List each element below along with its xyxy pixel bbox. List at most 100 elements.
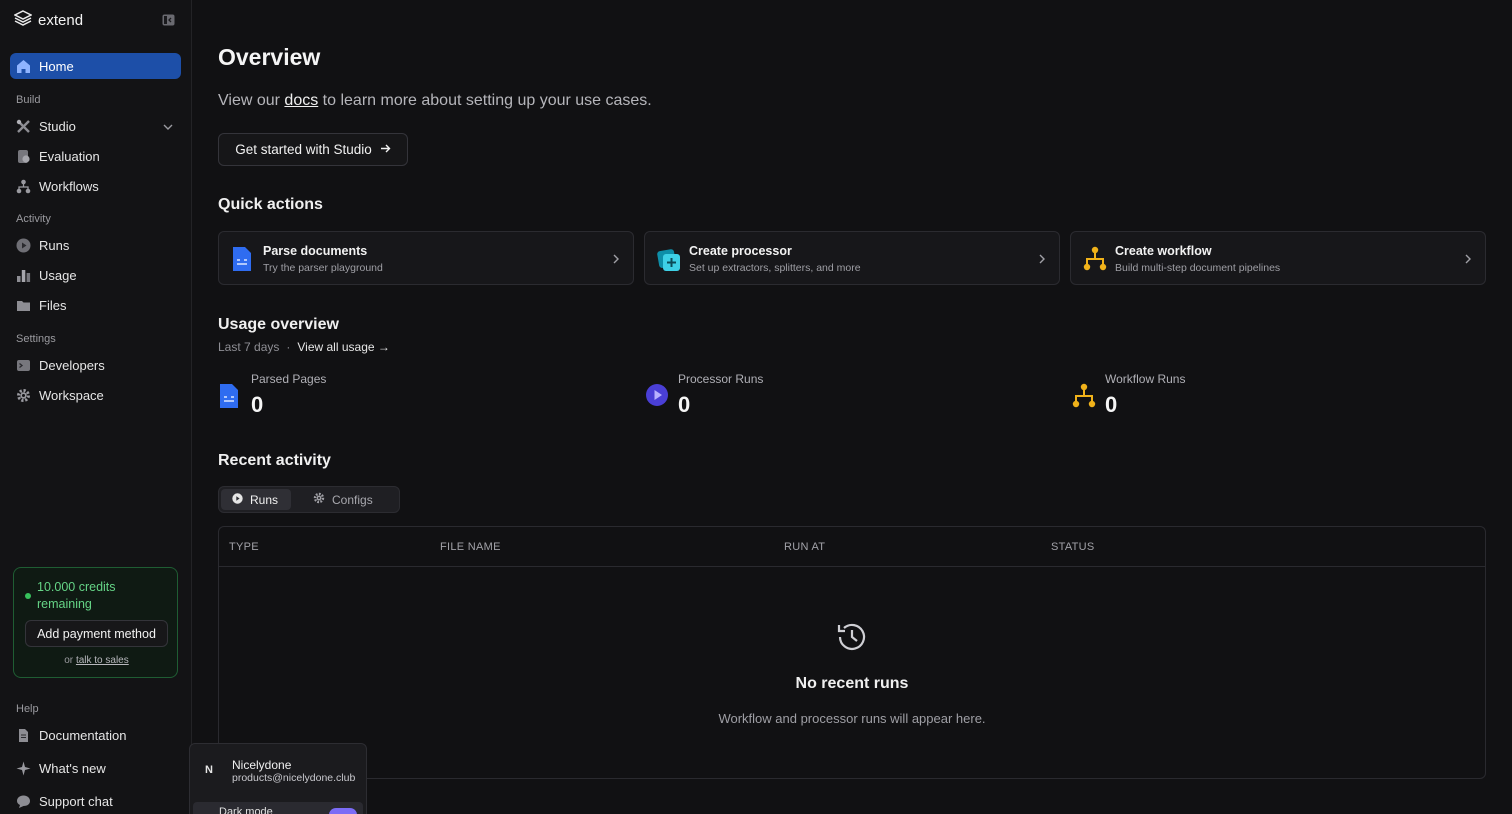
history-icon	[835, 620, 869, 654]
document-icon	[218, 383, 242, 409]
sidebar-item-home[interactable]: Home	[10, 53, 181, 79]
card-title: Create workflow	[1115, 244, 1212, 258]
sidebar-item-documentation[interactable]: Documentation	[10, 722, 181, 748]
sidebar-item-developers[interactable]: Developers	[10, 352, 181, 378]
table-header: TYPE FILE NAME RUN AT STATUS	[219, 527, 1485, 567]
sales-or: or	[64, 655, 74, 666]
tab-configs[interactable]: Configs	[313, 489, 373, 510]
gear-icon	[313, 492, 325, 507]
user-menu-popover: N Nicelydone products@nicelydone.club Da…	[189, 743, 367, 814]
sparkle-icon	[15, 760, 31, 776]
workflow-icon	[1083, 246, 1107, 272]
empty-state-description: Workflow and processor runs will appear …	[718, 711, 986, 726]
chevron-down-icon[interactable]	[163, 120, 173, 135]
sidebar-item-label: What's new	[39, 760, 106, 776]
extend-logo-icon	[13, 9, 33, 31]
workflow-icon	[1072, 383, 1096, 409]
arrow-right-icon	[380, 142, 391, 157]
terminal-icon	[15, 357, 31, 373]
document-icon	[231, 246, 253, 272]
studio-button-label: Get started with Studio	[235, 142, 372, 157]
dark-mode-label: Dark mode	[219, 806, 273, 814]
column-header-status[interactable]: STATUS	[1051, 541, 1095, 553]
gear-icon	[15, 387, 31, 403]
tools-icon	[15, 118, 31, 134]
add-payment-method-button[interactable]: Add payment method	[25, 620, 168, 647]
sidebar-item-studio[interactable]: Studio	[10, 113, 181, 139]
docs-link[interactable]: docs	[284, 92, 318, 109]
column-header-file-name[interactable]: FILE NAME	[440, 541, 501, 553]
brand-name: extend	[38, 11, 84, 29]
usage-period: Last 7 days	[218, 340, 280, 354]
play-icon	[15, 237, 31, 253]
sidebar-item-label: Evaluation	[39, 148, 100, 164]
sidebar-item-runs[interactable]: Runs	[10, 232, 181, 258]
column-header-type[interactable]: TYPE	[229, 541, 259, 553]
sidebar-item-label: Support chat	[39, 793, 113, 809]
create-workflow-card[interactable]: Create workflow Build multi-step documen…	[1070, 231, 1486, 285]
recent-activity-heading: Recent activity	[218, 452, 331, 469]
card-title: Create processor	[689, 244, 792, 258]
avatar: N	[205, 764, 213, 776]
workflow-icon	[15, 178, 31, 194]
subtitle-pre: View our	[218, 92, 280, 109]
processor-icon	[657, 246, 680, 272]
stat-label: Parsed Pages	[251, 372, 327, 386]
credits-card: 10.000 credits remaining Add payment met…	[13, 567, 178, 678]
play-icon	[645, 383, 669, 409]
page-subtitle: View our docs to learn more about settin…	[218, 92, 652, 110]
recent-activity-tabs: Runs Configs	[218, 486, 400, 513]
document-icon	[15, 727, 31, 743]
chevron-right-icon	[1037, 252, 1047, 270]
brand[interactable]: extend	[13, 9, 84, 31]
sidebar-item-label: Workflows	[39, 178, 99, 194]
sidebar-item-label: Workspace	[39, 387, 104, 403]
chat-icon	[15, 793, 31, 809]
sidebar-item-files[interactable]: Files	[10, 292, 181, 318]
tab-runs[interactable]: Runs	[221, 489, 291, 510]
sidebar-item-whats-new[interactable]: What's new	[10, 755, 181, 781]
section-label-build: Build	[16, 94, 41, 106]
sidebar-item-label: Files	[39, 297, 67, 313]
talk-to-sales-link[interactable]: talk to sales	[76, 655, 129, 666]
stat-label: Processor Runs	[678, 372, 764, 386]
dark-mode-row[interactable]: Dark mode	[193, 802, 363, 814]
dark-mode-toggle[interactable]	[329, 808, 357, 814]
card-description: Try the parser playground	[263, 262, 383, 274]
collapse-sidebar-icon[interactable]	[160, 12, 176, 28]
sidebar-item-support-chat[interactable]: Support chat	[10, 788, 181, 814]
sidebar-item-label: Documentation	[39, 727, 127, 743]
sidebar-item-usage[interactable]: Usage	[10, 262, 181, 288]
sidebar-item-label: Runs	[39, 237, 70, 253]
user-name: Nicelydone	[232, 758, 292, 772]
sidebar-item-label: Studio	[39, 118, 76, 134]
sidebar-item-workflows[interactable]: Workflows	[10, 173, 181, 199]
page-title: Overview	[218, 44, 321, 70]
app-root: extend Home Build Studio Evaluation Work…	[0, 0, 1512, 814]
create-processor-card[interactable]: Create processor Set up extractors, spli…	[644, 231, 1060, 285]
card-description: Build multi-step document pipelines	[1115, 262, 1281, 274]
chevron-right-icon	[1463, 252, 1473, 270]
main-content: Overview View our docs to learn more abo…	[192, 0, 1512, 814]
sidebar-item-label: Developers	[39, 357, 105, 373]
subtitle-post: to learn more about setting up your use …	[322, 92, 652, 109]
get-started-studio-button[interactable]: Get started with Studio	[218, 133, 408, 166]
usage-meta: Last 7 days · View all usage →	[218, 340, 390, 354]
stat-value: 0	[251, 392, 264, 417]
bar-chart-icon	[15, 267, 31, 283]
stat-label: Workflow Runs	[1105, 372, 1186, 386]
home-icon	[15, 58, 31, 74]
view-all-usage-link[interactable]: View all usage →	[297, 340, 390, 354]
section-label-help: Help	[16, 703, 39, 715]
user-email: products@nicelydone.club	[232, 772, 356, 784]
evaluation-icon	[15, 148, 31, 164]
credits-remaining: 10.000 credits remaining	[37, 580, 116, 611]
column-header-run-at[interactable]: RUN AT	[784, 541, 825, 553]
parse-documents-card[interactable]: Parse documents Try the parser playgroun…	[218, 231, 634, 285]
sidebar-item-evaluation[interactable]: Evaluation	[10, 143, 181, 169]
chevron-right-icon	[611, 252, 621, 270]
runs-table: TYPE FILE NAME RUN AT STATUS No recent r…	[218, 526, 1486, 779]
sidebar-item-workspace[interactable]: Workspace	[10, 382, 181, 408]
credits-status-dot	[25, 593, 31, 599]
stat-value: 0	[678, 392, 691, 417]
